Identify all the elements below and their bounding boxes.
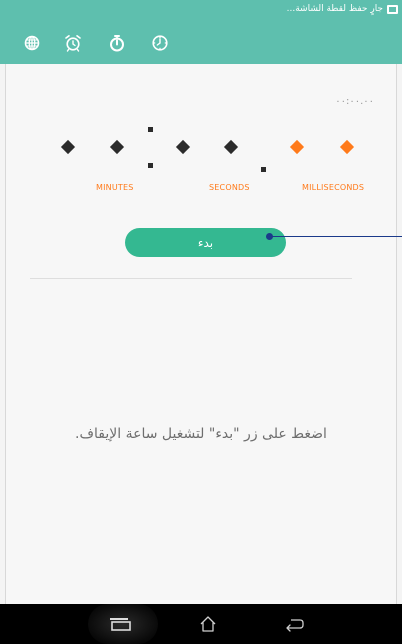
annotation-pointer-line <box>268 236 402 237</box>
app-bar <box>0 22 402 64</box>
world-clock-icon <box>24 35 40 51</box>
annotation-pointer-dot <box>266 233 273 240</box>
divider <box>30 278 352 279</box>
home-icon <box>200 616 216 632</box>
notification-text: جارٍ حفظ لقطة الشاشة... <box>286 4 383 14</box>
elapsed-time-readout: ٠٠:٠٠.٠٠ <box>335 96 374 107</box>
timer-icon <box>152 35 168 51</box>
tab-world-clock[interactable] <box>19 30 45 56</box>
decimal-dot <box>261 167 266 172</box>
alarm-icon <box>65 35 81 52</box>
screenshot-notification: جارٍ حفظ لقطة الشاشة... <box>287 4 398 14</box>
tab-stopwatch[interactable] <box>104 30 130 56</box>
colon-dot-bottom <box>148 163 153 168</box>
tab-timer[interactable] <box>147 30 173 56</box>
seconds-label: SECONDS <box>209 183 250 192</box>
recent-apps-icon <box>110 618 131 631</box>
tab-alarm[interactable] <box>60 30 86 56</box>
home-button[interactable] <box>178 604 238 644</box>
stopwatch-icon <box>110 35 124 52</box>
colon-dot-top <box>148 127 153 132</box>
recent-apps-button[interactable] <box>90 604 150 644</box>
back-button[interactable] <box>265 604 325 644</box>
start-button[interactable]: بدء <box>125 228 286 257</box>
milliseconds-label: MILLISECONDS <box>302 183 365 192</box>
back-icon <box>286 619 304 632</box>
status-bar: جارٍ حفظ لقطة الشاشة... <box>0 0 402 22</box>
screenshot-icon <box>387 4 398 14</box>
start-hint-text: اضغط على زر "بدء" لتشغيل ساعة الإيقاف. <box>75 426 327 442</box>
minutes-label: MINUTES <box>96 183 134 192</box>
